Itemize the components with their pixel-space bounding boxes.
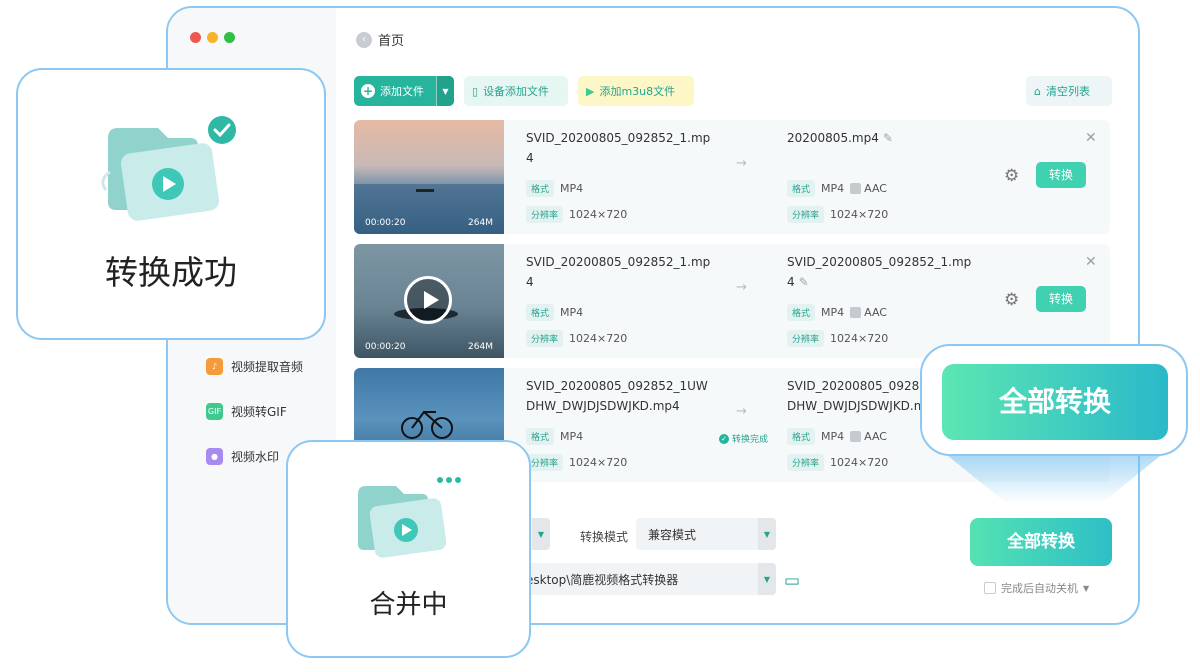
watermark-icon: ● — [206, 448, 223, 465]
maximize-window-button[interactable] — [224, 32, 235, 43]
add-m3u8-button[interactable]: ▶ 添加m3u8文件 — [578, 76, 694, 106]
chevron-down-icon: ▼ — [758, 518, 776, 550]
window-controls — [190, 32, 235, 43]
plus-icon: + — [361, 84, 375, 98]
back-arrow-icon[interactable]: ‹ — [356, 31, 372, 48]
settings-gear-icon[interactable]: ⚙ — [1004, 166, 1019, 186]
status-badge: ✓ 转换完成 — [719, 432, 768, 445]
convert-all-callout-button[interactable]: 全部转换 — [942, 364, 1168, 440]
arrow-right-icon: → — [736, 280, 747, 295]
m3u8-file-icon: ▶ — [586, 84, 595, 98]
folder-video-merging-icon — [358, 477, 461, 558]
check-circle-icon: ✓ — [719, 433, 729, 444]
folder-video-success-icon — [101, 116, 236, 221]
arrow-right-icon: → — [736, 404, 747, 419]
sidebar-item-gif[interactable]: GIF 视频转GIF — [206, 403, 287, 420]
auto-shutdown-option[interactable]: 完成后自动关机 ▼ — [984, 580, 1089, 596]
audio-icon — [850, 431, 862, 442]
edit-pencil-icon[interactable]: ✎ — [883, 131, 893, 145]
add-file-button[interactable]: + 添加文件 ▼ — [354, 76, 454, 106]
convert-all-button[interactable]: 全部转换 — [970, 518, 1112, 566]
stage: ♪ 视频提取音频 GIF 视频转GIF ● 视频水印 ‹ 首页 + 添加文件 ▼ — [0, 0, 1200, 672]
file-row[interactable]: 00:00:20 264M SVID_20200805_092852_1.mp4… — [354, 120, 1110, 234]
convert-mode-label: 转换模式 — [580, 530, 629, 544]
output-resolution: 分辨率 1024×720 — [787, 330, 888, 347]
convert-all-callout: 全部转换 — [920, 344, 1188, 456]
broom-icon: ⌂ — [1034, 84, 1041, 98]
merging-text: 合并中 — [369, 590, 448, 620]
convert-button[interactable]: 转换 — [1036, 286, 1086, 312]
remove-file-icon[interactable]: ✕ — [1085, 130, 1097, 146]
file-row[interactable]: 00:00:20 264M SVID_20200805_092852_1.mp4… — [354, 244, 1110, 358]
source-resolution: 分辨率 1024×720 — [526, 454, 627, 471]
source-resolution: 分辨率 1024×720 — [526, 206, 627, 223]
output-format[interactable]: 格式 MP4 AAC — [787, 304, 887, 321]
output-resolution: 分辨率 1024×720 — [787, 454, 888, 471]
arrow-right-icon: → — [736, 156, 747, 171]
audio-icon — [850, 307, 862, 318]
success-text: 转换成功 — [105, 253, 237, 292]
sidebar-item-audio-extract[interactable]: ♪ 视频提取音频 — [206, 358, 303, 375]
close-window-button[interactable] — [190, 32, 201, 43]
minimize-window-button[interactable] — [207, 32, 218, 43]
source-resolution: 分辨率 1024×720 — [526, 330, 627, 347]
folder-icon[interactable]: ▭ — [784, 571, 800, 591]
source-filename: SVID_20200805_092852_1UWDHW_DWJDJSDWJKD.… — [526, 379, 708, 413]
source-format: 格式 MP4 — [526, 304, 583, 321]
phone-icon: ▯ — [472, 84, 479, 98]
clear-list-button[interactable]: ⌂ 清空列表 — [1026, 76, 1112, 106]
device-add-file-button[interactable]: ▯ 设备添加文件 — [464, 76, 568, 106]
output-filename[interactable]: SVID_20200805_092852_1.mp4 ✎ — [787, 252, 977, 292]
convert-mode-select[interactable]: 兼容模式 ▼ — [636, 518, 776, 550]
source-format: 格式 MP4 — [526, 180, 583, 197]
chevron-down-icon[interactable]: ▼ — [1083, 584, 1089, 593]
sidebar-item-watermark[interactable]: ● 视频水印 — [206, 448, 279, 465]
source-filename: SVID_20200805_092852_1.mp4 — [526, 255, 711, 289]
output-format[interactable]: 格式 MP4 AAC — [787, 428, 887, 445]
merging-card: 合并中 — [286, 440, 531, 658]
remove-file-icon[interactable]: ✕ — [1085, 254, 1097, 270]
play-icon[interactable] — [404, 276, 452, 324]
chevron-down-icon: ▼ — [532, 518, 550, 550]
chevron-down-icon: ▼ — [758, 563, 776, 595]
settings-gear-icon[interactable]: ⚙ — [1004, 290, 1019, 310]
gif-icon: GIF — [206, 403, 223, 420]
edit-pencil-icon[interactable]: ✎ — [799, 275, 809, 289]
add-file-dropdown[interactable]: ▼ — [436, 76, 454, 106]
boat-scene — [354, 184, 504, 234]
conversion-success-card: 转换成功 — [16, 68, 326, 340]
source-format: 格式 MP4 — [526, 428, 583, 445]
output-resolution: 分辨率 1024×720 — [787, 206, 888, 223]
output-filename[interactable]: 20200805.mp4 ✎ — [787, 128, 977, 148]
output-format[interactable]: 格式 MP4 AAC — [787, 180, 887, 197]
audio-icon — [850, 183, 862, 194]
video-thumbnail[interactable]: 00:00:20 264M — [354, 120, 504, 234]
source-filename: SVID_20200805_092852_1.mp4 — [526, 131, 711, 165]
audio-extract-icon: ♪ — [206, 358, 223, 375]
auto-shutdown-checkbox[interactable] — [984, 582, 996, 594]
breadcrumb[interactable]: ‹ 首页 — [356, 30, 404, 49]
convert-button[interactable]: 转换 — [1036, 162, 1086, 188]
video-thumbnail[interactable]: 00:00:20 264M — [354, 244, 504, 358]
